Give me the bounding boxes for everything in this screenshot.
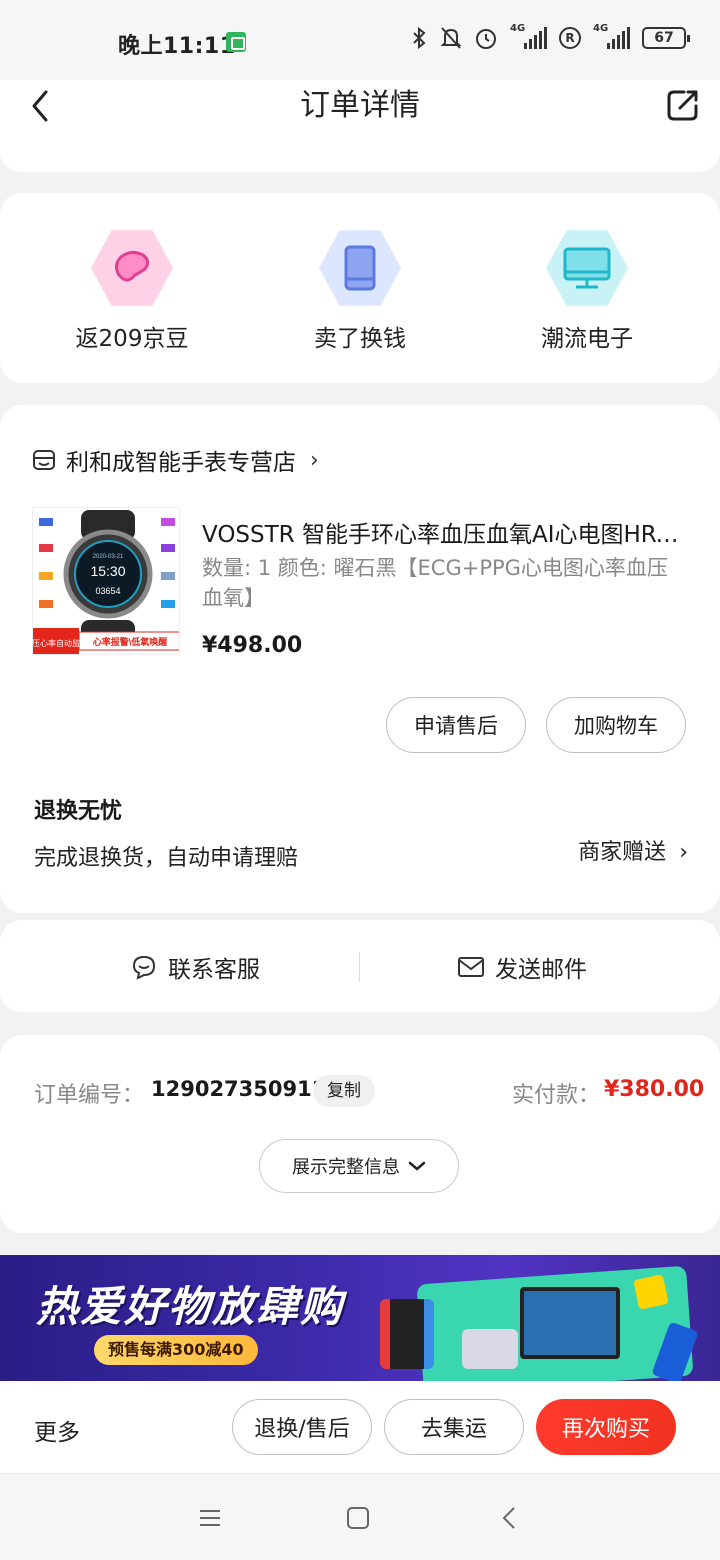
- merchant-gift-link[interactable]: 商家赠送 ›: [578, 834, 688, 866]
- watch-date: 2020-03-21: [93, 554, 124, 560]
- banner-promo: 预售每满300减40: [94, 1335, 258, 1365]
- divider: [359, 952, 360, 982]
- signal-icon: 4G: [593, 23, 630, 49]
- home-icon[interactable]: [346, 1506, 370, 1530]
- order-number: 129027350911: [151, 1077, 327, 1101]
- services-card: 返209京豆 卖了换钱 潮流电子: [0, 193, 720, 383]
- add-to-cart-button[interactable]: 加购物车: [546, 697, 686, 753]
- alarm-icon: [476, 29, 496, 49]
- bell-off-icon: [440, 27, 462, 49]
- product-image[interactable]: 15:30 03654 2020-03-21 血压心率自动监测 心率报警\低氧唤…: [32, 507, 180, 655]
- service-label: 卖了换钱: [314, 326, 406, 352]
- product-spec: 数量: 1 颜色: 曜石黑【ECG+PPG心电图心率血压血氧】: [202, 556, 668, 610]
- guarantee-description: 完成退换货，自动申请理赔: [34, 846, 299, 871]
- contact-service-label: 联系客服: [168, 957, 260, 983]
- order-card: 利和成智能手表专营店 › 15:30 03654 2020-03-21 血压心率…: [0, 405, 720, 913]
- merchant-gift-label: 商家赠送: [578, 840, 667, 865]
- order-number-label: 订单编号：: [34, 1083, 145, 1108]
- paid-amount: ¥380.00: [604, 1077, 705, 1102]
- status-icons: 4G R 4G 67: [410, 23, 690, 50]
- network-type-label: 4G: [510, 23, 526, 34]
- service-label: 返209京豆: [75, 326, 189, 352]
- projector-image: [462, 1329, 518, 1369]
- watch-time: 15:30: [90, 563, 125, 579]
- monitor-icon: [546, 230, 628, 306]
- banner-headline: 热爱好物放肆购: [36, 1282, 345, 1331]
- battery-icon: 67: [642, 27, 690, 49]
- page-title: 订单详情: [300, 88, 420, 123]
- watch-steps: 03654: [95, 586, 120, 596]
- share-icon[interactable]: [666, 88, 700, 122]
- network-type-label: 4G: [593, 23, 609, 34]
- apply-after-sale-button[interactable]: 申请售后: [386, 697, 526, 753]
- service-electronics[interactable]: 潮流电子: [497, 227, 677, 353]
- chevron-down-icon: [408, 1161, 426, 1171]
- signal-icon: 4G: [510, 23, 547, 49]
- consolidate-shipping-button[interactable]: 去集运: [384, 1399, 524, 1455]
- paid-label: 实付款：: [512, 1083, 601, 1108]
- promo-banner[interactable]: 热爱好物放肆购 预售每满300减40: [0, 1255, 720, 1381]
- contact-service-button[interactable]: 联系客服: [130, 950, 260, 984]
- send-email-label: 发送邮件: [495, 957, 587, 983]
- shop-name: 利和成智能手表专营店: [66, 450, 296, 476]
- console-image: [380, 1299, 434, 1369]
- chevron-right-icon: ›: [679, 840, 688, 865]
- chat-icon: [132, 955, 156, 980]
- app-notification-icon: [226, 32, 246, 52]
- bean-icon: [91, 230, 173, 306]
- menu-icon[interactable]: [198, 1506, 222, 1530]
- contact-row: 联系客服 发送邮件: [0, 920, 720, 1012]
- guarantee-title: 退换无忧: [34, 799, 123, 824]
- shop-icon: [33, 450, 55, 470]
- product-price: ¥498.00: [202, 633, 303, 658]
- shop-row[interactable]: 利和成智能手表专营店 ›: [32, 443, 319, 477]
- send-email-button[interactable]: 发送邮件: [457, 950, 587, 984]
- return-after-sale-button[interactable]: 退换/售后: [232, 1399, 372, 1455]
- order-info-card: 订单编号： 129027350911 复制 实付款： ¥380.00 展示完整信…: [0, 1035, 720, 1233]
- bottom-action-bar: 更多 退换/售后 去集运 再次购买: [0, 1381, 720, 1473]
- roaming-icon: R: [559, 27, 581, 49]
- bluetooth-icon: [413, 26, 426, 50]
- status-bar: 晚上11:11 4G R 4G 67: [0, 0, 720, 80]
- status-time: 晚上11:11: [118, 34, 236, 59]
- more-button[interactable]: 更多: [34, 1413, 80, 1447]
- product-title[interactable]: VOSSTR 智能手环心率血压血氧AI心电图HRV测温蓝牙通话: [202, 515, 692, 549]
- cube-image: [633, 1274, 669, 1310]
- product-badge-text: 血压心率自动监测: [33, 638, 88, 648]
- system-navigation-bar: [0, 1473, 720, 1560]
- product-ribbon-text: 心率报警\低氧唤醒: [93, 636, 168, 647]
- mail-icon: [458, 957, 484, 977]
- chevron-right-icon: ›: [310, 447, 319, 473]
- service-sell[interactable]: 卖了换钱: [270, 227, 450, 353]
- tablet-icon: [319, 230, 401, 306]
- service-label: 潮流电子: [541, 326, 633, 352]
- show-full-info-button[interactable]: 展示完整信息: [259, 1139, 459, 1193]
- copy-button[interactable]: 复制: [313, 1075, 375, 1107]
- show-full-info-label: 展示完整信息: [292, 1157, 400, 1178]
- back-icon[interactable]: [498, 1506, 522, 1530]
- buy-again-button[interactable]: 再次购买: [536, 1399, 676, 1455]
- service-jingdou[interactable]: 返209京豆: [42, 227, 222, 353]
- laptop-image: [520, 1287, 620, 1359]
